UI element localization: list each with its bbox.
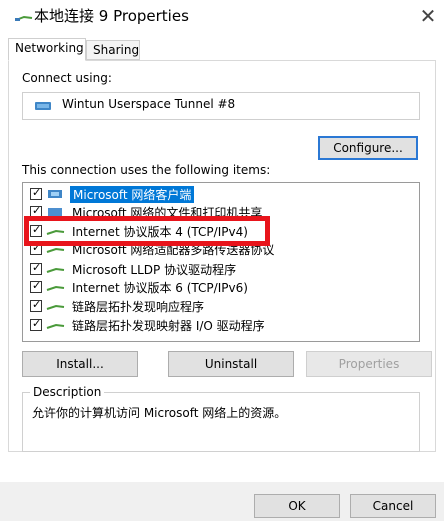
adapter-name: Wintun Userspace Tunnel #8 [62,97,236,111]
properties-button[interactable]: Properties [306,351,432,377]
items-label: This connection uses the following items… [22,163,271,177]
item-checkbox[interactable] [30,317,42,331]
close-button[interactable]: ✕ [414,2,442,30]
item-checkbox[interactable] [30,298,42,312]
network-connection-icon [15,15,33,21]
tab-networking[interactable]: Networking [8,38,86,61]
item-label: 链路层拓扑发现响应程序 [72,300,205,314]
configure-button[interactable]: Configure... [318,136,418,160]
item-label: Microsoft 网络客户端 [70,186,195,203]
cancel-button[interactable]: Cancel [350,494,436,518]
tab-sharing[interactable]: Sharing [86,40,140,60]
item-label: Internet 协议版本 6 (TCP/IPv6) [72,281,248,295]
protocol-icon [46,285,65,291]
protocol-icon [46,267,65,273]
item-label: 链路层拓扑发现映射器 I/O 驱动程序 [72,319,265,333]
connect-using-label: Connect using: [22,71,112,85]
close-icon: ✕ [419,4,437,28]
install-button[interactable]: Install... [22,351,138,377]
window-title: 本地连接 9 Properties [34,7,189,25]
item-checkbox[interactable] [30,186,42,200]
client-icon [48,190,62,198]
highlight-annotation [24,216,270,246]
protocol-icon [46,323,65,329]
item-checkbox[interactable] [30,261,42,275]
item-checkbox[interactable] [30,279,42,293]
description-text: 允许你的计算机访问 Microsoft 网络上的资源。 [32,406,287,420]
description-legend: Description [30,385,105,399]
description-group [22,392,420,452]
network-adapter-icon [35,102,51,110]
ok-button[interactable]: OK [254,494,340,518]
item-label: Microsoft LLDP 协议驱动程序 [72,263,237,277]
uninstall-button[interactable]: Uninstall [168,351,294,377]
protocol-icon [46,304,65,310]
